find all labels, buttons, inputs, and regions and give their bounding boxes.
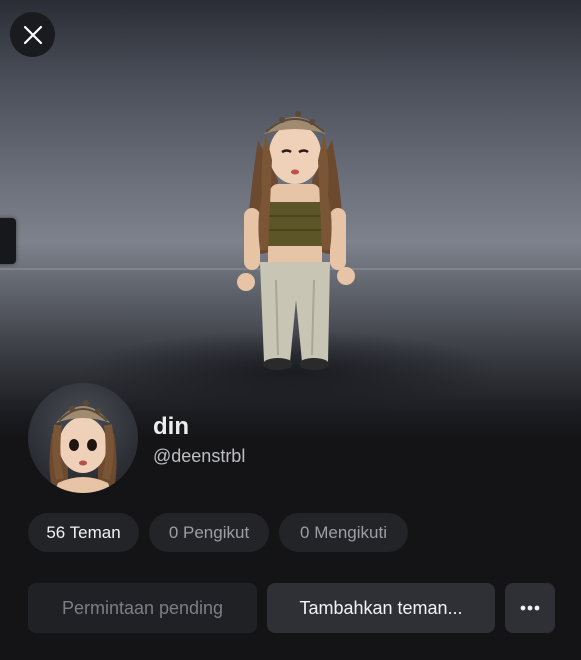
avatar-headshot	[49, 400, 117, 493]
more-options-button[interactable]	[505, 583, 555, 633]
pending-request-button: Permintaan pending	[28, 583, 257, 633]
username: @deenstrbl	[153, 446, 246, 466]
following-count-chip[interactable]: 0 Mengikuti	[279, 513, 408, 552]
display-name: din	[153, 413, 189, 440]
followers-count-chip[interactable]: 0 Pengikut	[149, 513, 269, 552]
avatar-3d-scene	[0, 0, 581, 440]
add-friend-button[interactable]: Tambahkan teman...	[267, 583, 495, 633]
profile-screen: din @deenstrbl 56 Teman 0 Pengikut 0 Men…	[0, 0, 581, 660]
friends-count-chip[interactable]: 56 Teman	[28, 513, 139, 552]
avatar	[28, 383, 138, 493]
close-icon	[23, 25, 42, 44]
close-button[interactable]	[10, 12, 55, 57]
more-horizontal-icon	[520, 605, 540, 611]
avatar-3d-model	[237, 111, 355, 370]
side-panel-handle[interactable]	[0, 218, 16, 264]
